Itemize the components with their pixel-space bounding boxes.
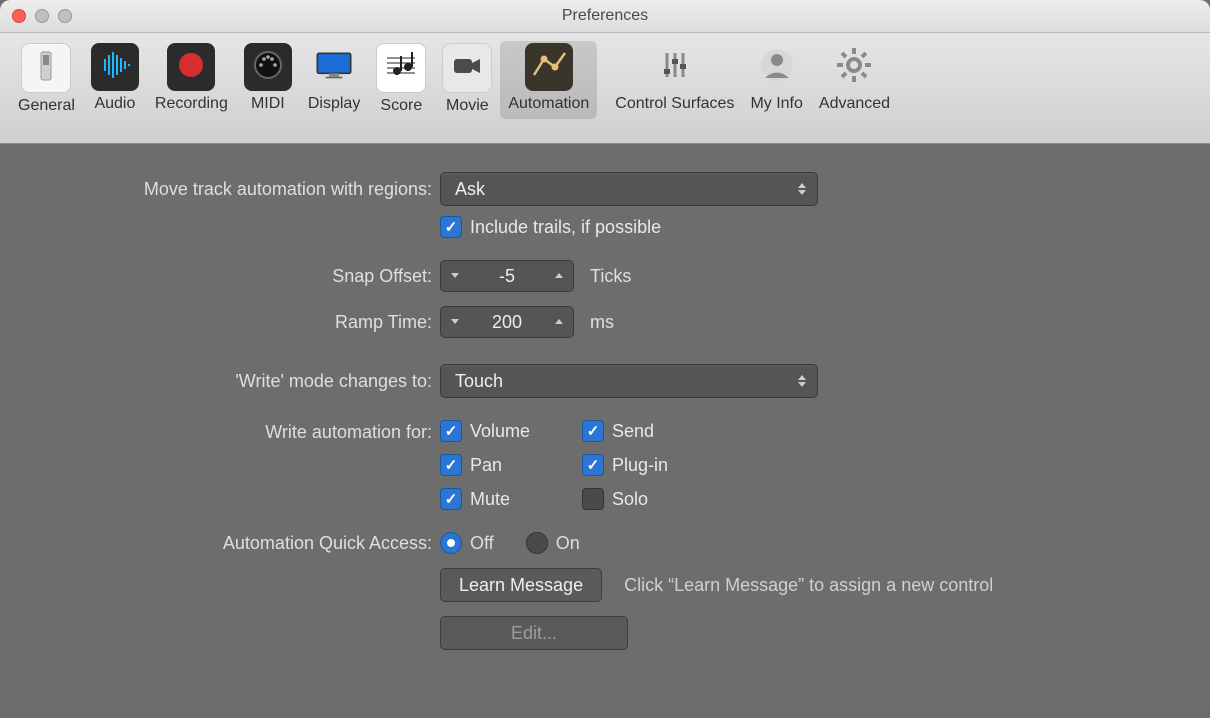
tab-control-surfaces[interactable]: Control Surfaces xyxy=(607,41,742,119)
write-for-mute-label: Mute xyxy=(470,489,510,510)
tab-advanced[interactable]: Advanced xyxy=(811,41,898,119)
write-for-plugin-label: Plug-in xyxy=(612,455,668,476)
snap-offset-stepper[interactable]: -5 xyxy=(440,260,574,292)
automation-pane: Move track automation with regions: Ask … xyxy=(0,144,1210,718)
tab-advanced-label: Advanced xyxy=(819,95,890,113)
write-for-plugin-checkbox[interactable]: ✓ Plug-in xyxy=(582,454,724,476)
stepper-decrement-button[interactable] xyxy=(440,262,470,290)
tab-audio[interactable]: Audio xyxy=(83,41,147,119)
preferences-window: Preferences General Audio Recording xyxy=(0,0,1210,718)
quick-access-on-label: On xyxy=(556,533,580,554)
titlebar: Preferences xyxy=(0,0,1210,33)
record-icon xyxy=(171,45,211,90)
write-for-solo-checkbox[interactable]: Solo xyxy=(582,488,724,510)
radio-selected-icon xyxy=(440,532,462,554)
tab-automation-label: Automation xyxy=(508,95,589,113)
edit-button-label: Edit... xyxy=(511,623,557,644)
tab-general[interactable]: General xyxy=(10,41,83,121)
write-for-solo-label: Solo xyxy=(612,489,648,510)
close-window-button[interactable] xyxy=(12,9,26,23)
checkbox-checked-icon: ✓ xyxy=(440,216,462,238)
learn-message-hint: Click “Learn Message” to assign a new co… xyxy=(624,575,993,596)
checkbox-checked-icon: ✓ xyxy=(440,420,462,442)
stepper-decrement-button[interactable] xyxy=(440,308,470,336)
camera-icon xyxy=(447,46,487,91)
edit-button[interactable]: Edit... xyxy=(440,616,628,650)
stepper-increment-button[interactable] xyxy=(544,262,574,290)
radio-unselected-icon xyxy=(526,532,548,554)
ramp-time-unit: ms xyxy=(590,312,614,333)
tab-recording-label: Recording xyxy=(155,95,228,113)
quick-access-off-label: Off xyxy=(470,533,494,554)
write-for-send-checkbox[interactable]: ✓ Send xyxy=(582,420,724,442)
gear-icon xyxy=(834,45,874,90)
quick-access-label: Automation Quick Access: xyxy=(0,533,440,554)
learn-message-label: Learn Message xyxy=(459,575,583,596)
minimize-window-button[interactable] xyxy=(35,9,49,23)
preferences-toolbar: General Audio Recording MIDI Display xyxy=(0,33,1210,144)
learn-message-button[interactable]: Learn Message xyxy=(440,568,602,602)
display-icon xyxy=(314,45,354,90)
write-mode-dropdown[interactable]: Touch xyxy=(440,364,818,398)
tab-midi[interactable]: MIDI xyxy=(236,41,300,119)
tab-movie-label: Movie xyxy=(446,97,489,115)
write-for-pan-label: Pan xyxy=(470,455,502,476)
ramp-time-value[interactable]: 200 xyxy=(469,307,545,337)
dropdown-arrows-icon xyxy=(795,370,809,392)
waveform-icon xyxy=(95,45,135,90)
tab-score-label: Score xyxy=(380,97,422,115)
write-for-pan-checkbox[interactable]: ✓ Pan xyxy=(440,454,582,476)
quick-access-off-radio[interactable]: Off xyxy=(440,532,494,554)
tab-display-label: Display xyxy=(308,95,360,113)
tab-audio-label: Audio xyxy=(94,95,135,113)
write-for-grid: ✓ Volume ✓ Send ✓ Pan ✓ Plug-in xyxy=(440,420,724,510)
dropdown-arrows-icon xyxy=(795,178,809,200)
stepper-increment-button[interactable] xyxy=(544,308,574,336)
zoom-window-button[interactable] xyxy=(58,9,72,23)
write-for-send-label: Send xyxy=(612,421,654,442)
tab-automation[interactable]: Automation xyxy=(500,41,597,119)
include-trails-checkbox[interactable]: ✓ Include trails, if possible xyxy=(440,216,661,238)
write-mode-label: 'Write' mode changes to: xyxy=(0,371,440,392)
tab-score[interactable]: Score xyxy=(368,41,434,121)
person-icon xyxy=(757,45,797,90)
window-controls xyxy=(12,9,72,23)
quick-access-on-radio[interactable]: On xyxy=(526,532,580,554)
write-for-label: Write automation for: xyxy=(0,420,440,443)
tab-movie[interactable]: Movie xyxy=(434,41,500,121)
write-mode-value: Touch xyxy=(455,371,503,392)
snap-offset-label: Snap Offset: xyxy=(0,266,440,287)
switch-icon xyxy=(26,46,66,91)
tab-control-surfaces-label: Control Surfaces xyxy=(615,95,734,113)
write-for-volume-label: Volume xyxy=(470,421,530,442)
snap-offset-value[interactable]: -5 xyxy=(469,261,545,291)
checkbox-checked-icon: ✓ xyxy=(440,454,462,476)
checkbox-checked-icon: ✓ xyxy=(582,454,604,476)
ramp-time-stepper[interactable]: 200 xyxy=(440,306,574,338)
tab-recording[interactable]: Recording xyxy=(147,41,236,119)
tab-general-label: General xyxy=(18,97,75,115)
automation-icon xyxy=(529,45,569,90)
score-icon xyxy=(381,46,421,91)
snap-offset-unit: Ticks xyxy=(590,266,631,287)
window-title: Preferences xyxy=(0,7,1210,25)
checkbox-checked-icon: ✓ xyxy=(582,420,604,442)
ramp-time-label: Ramp Time: xyxy=(0,312,440,333)
move-automation-dropdown[interactable]: Ask xyxy=(440,172,818,206)
write-for-mute-checkbox[interactable]: ✓ Mute xyxy=(440,488,582,510)
tab-my-info[interactable]: My Info xyxy=(742,41,810,119)
move-automation-value: Ask xyxy=(455,179,485,200)
tab-midi-label: MIDI xyxy=(251,95,285,113)
midi-icon xyxy=(248,45,288,90)
tab-my-info-label: My Info xyxy=(750,95,802,113)
checkbox-checked-icon: ✓ xyxy=(440,488,462,510)
include-trails-label: Include trails, if possible xyxy=(470,217,661,238)
faders-icon xyxy=(655,45,695,90)
checkbox-unchecked-icon xyxy=(582,488,604,510)
write-for-volume-checkbox[interactable]: ✓ Volume xyxy=(440,420,582,442)
tab-display[interactable]: Display xyxy=(300,41,368,119)
move-automation-label: Move track automation with regions: xyxy=(0,179,440,200)
